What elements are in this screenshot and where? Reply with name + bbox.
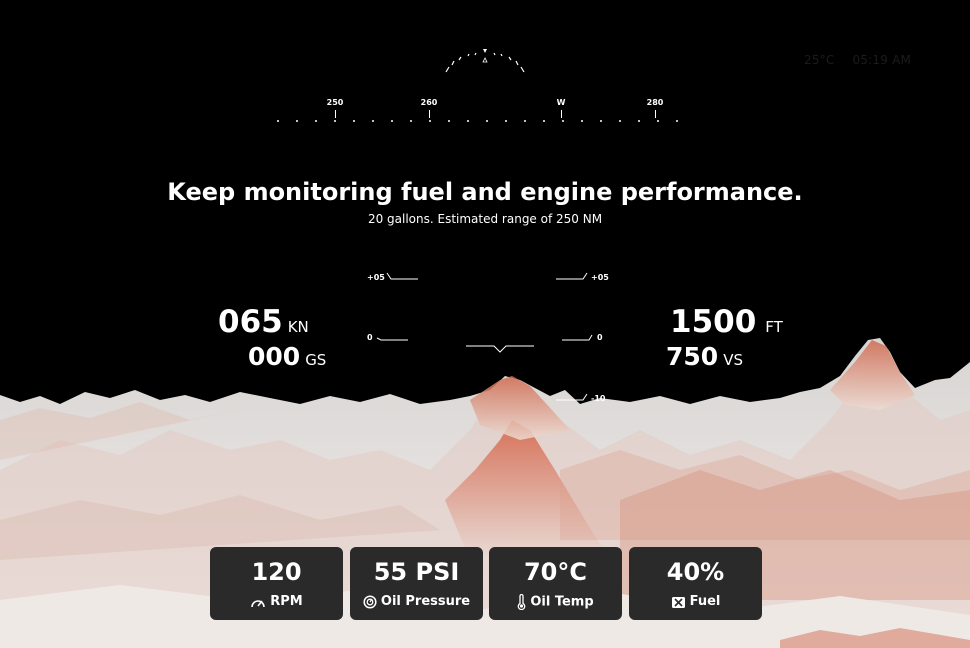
pitch-ladder-lines bbox=[376, 272, 593, 401]
groundspeed-value: 000 bbox=[248, 342, 301, 371]
heading-minor-tick bbox=[410, 120, 412, 122]
vertical-speed-unit: VS bbox=[723, 351, 743, 369]
engine-metrics: 120 RPM 55 PSI Oil Pressure 70°C Oil Tem… bbox=[210, 547, 762, 620]
altitude-value: 1500 bbox=[670, 304, 757, 340]
oil-pressure-label: Oil Pressure bbox=[380, 594, 471, 609]
heading-mark-label: 250 bbox=[326, 98, 344, 107]
status-bar: 25°C 05:19 AM bbox=[804, 53, 925, 67]
heading-minor-tick bbox=[486, 120, 488, 122]
heading-minor-tick bbox=[353, 120, 355, 122]
heading-mark-label: 260 bbox=[420, 98, 438, 107]
oil-temp-label-row: Oil Temp bbox=[489, 594, 622, 610]
airspeed-value: 065 bbox=[218, 304, 283, 340]
vertical-speed-value: 750 bbox=[666, 342, 719, 371]
alert-title: Keep monitoring fuel and engine performa… bbox=[167, 178, 803, 206]
heading-mark-label: 280 bbox=[646, 98, 664, 107]
rpm-label: RPM bbox=[270, 594, 303, 609]
oil-pressure-label-row: Oil Pressure bbox=[350, 594, 483, 609]
heading-minor-tick bbox=[391, 120, 393, 122]
heading-minor-tick bbox=[619, 120, 621, 122]
fuel-value: 40% bbox=[666, 558, 725, 586]
gauge-icon bbox=[250, 596, 266, 608]
heading-minor-tick bbox=[429, 120, 431, 122]
pitch-label-left-zero: 0 bbox=[367, 333, 373, 342]
heading-minor-tick bbox=[505, 120, 507, 122]
heading-minor-tick bbox=[581, 120, 583, 122]
pitch-label-right-upper: +05 bbox=[591, 273, 609, 282]
flight-display: 250 260 W 280 25°C 05:19 AM Keep monitoring… bbox=[0, 0, 970, 648]
heading-minor-tick bbox=[467, 120, 469, 122]
heading-minor-tick bbox=[334, 120, 336, 122]
heading-minor-tick bbox=[296, 120, 298, 122]
thermometer-icon bbox=[517, 594, 526, 610]
heading-mark-tick bbox=[655, 110, 656, 118]
pitch-ladder: +05 0 +05 0 -10 bbox=[360, 268, 620, 418]
rpm-value: 120 bbox=[251, 558, 302, 586]
altitude-readout: 1500 FT bbox=[670, 304, 783, 340]
rpm-label-row: RPM bbox=[210, 594, 343, 609]
heading-minor-tick bbox=[277, 120, 279, 122]
heading-minor-tick bbox=[315, 120, 317, 122]
altitude-unit: FT bbox=[765, 318, 783, 336]
oil-pressure-icon bbox=[363, 594, 377, 609]
pitch-label-right-lower: -10 bbox=[591, 394, 606, 403]
oil-pressure-card[interactable]: 55 PSI Oil Pressure bbox=[350, 547, 483, 620]
oil-temp-value: 70°C bbox=[523, 558, 587, 586]
heading-mark-tick bbox=[561, 110, 562, 118]
heading-minor-tick bbox=[638, 120, 640, 122]
rpm-card[interactable]: 120 RPM bbox=[210, 547, 343, 620]
heading-minor-tick bbox=[657, 120, 659, 122]
heading-minor-tick bbox=[543, 120, 545, 122]
heading-minor-tick bbox=[562, 120, 564, 122]
heading-minor-tick bbox=[448, 120, 450, 122]
fuel-label: Fuel bbox=[689, 594, 721, 609]
heading-minor-tick bbox=[372, 120, 374, 122]
fuel-label-row: Fuel bbox=[629, 594, 762, 609]
clock-readout: 05:19 AM bbox=[852, 53, 912, 67]
oil-pressure-value: 55 PSI bbox=[373, 558, 460, 586]
heading-minor-tick bbox=[524, 120, 526, 122]
airspeed-readout: 065 KN bbox=[218, 304, 309, 340]
temperature-readout: 25°C bbox=[804, 53, 835, 67]
pitch-label-right-zero: 0 bbox=[597, 333, 603, 342]
heading-mark-label: W bbox=[556, 98, 566, 107]
vertical-speed-readout: 750 VS bbox=[666, 342, 743, 371]
heading-mark-tick bbox=[335, 110, 336, 118]
heading-indicator-icon bbox=[445, 49, 525, 73]
alert-subtitle: 20 gallons. Estimated range of 250 NM bbox=[367, 212, 603, 226]
oil-temp-label: Oil Temp bbox=[530, 594, 594, 610]
heading-tape: 250 260 W 280 bbox=[270, 98, 700, 132]
heading-mark-tick bbox=[429, 110, 430, 118]
airspeed-unit: KN bbox=[287, 318, 309, 336]
heading-minor-tick bbox=[600, 120, 602, 122]
fuel-icon bbox=[671, 595, 686, 609]
pitch-label-left-upper: +05 bbox=[367, 273, 385, 282]
groundspeed-unit: GS bbox=[305, 351, 327, 369]
oil-temp-card[interactable]: 70°C Oil Temp bbox=[489, 547, 622, 620]
heading-minor-tick bbox=[676, 120, 678, 122]
groundspeed-readout: 000 GS bbox=[248, 342, 326, 371]
fuel-card[interactable]: 40% Fuel bbox=[629, 547, 762, 620]
